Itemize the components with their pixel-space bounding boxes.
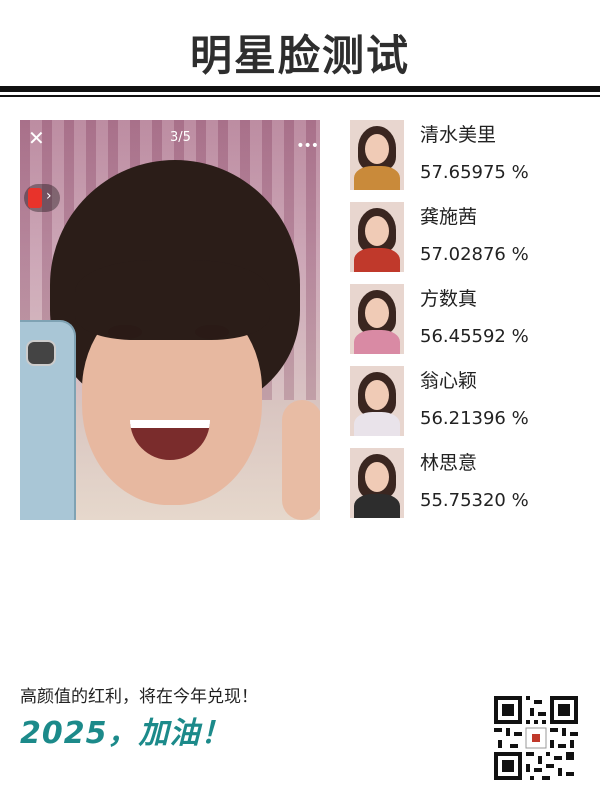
match-item: 林思意 55.75320 %	[350, 448, 590, 530]
match-avatar	[350, 284, 404, 354]
photo-pager: 3/5	[170, 130, 191, 145]
avatar-face	[365, 462, 389, 492]
more-icon[interactable]: •••	[296, 138, 319, 154]
avatar-face	[365, 298, 389, 328]
result-page: 明星脸测试 ✕ 3/5 ••• › 清水美里 57.65975 % 龚施茜 57…	[0, 0, 600, 800]
match-name: 翁心颖	[420, 370, 478, 392]
photo-hand	[282, 400, 320, 520]
match-score: 57.65975 %	[420, 162, 529, 183]
match-avatar	[350, 202, 404, 272]
user-photo: ✕ 3/5 ••• ›	[20, 120, 320, 520]
match-item: 龚施茜 57.02876 %	[350, 202, 590, 284]
match-avatar	[350, 366, 404, 436]
photo-eye-left	[108, 325, 142, 339]
match-name: 龚施茜	[420, 206, 478, 228]
match-item: 清水美里 57.65975 %	[350, 120, 590, 202]
match-name: 清水美里	[420, 124, 497, 146]
avatar-face	[365, 380, 389, 410]
match-results: 清水美里 57.65975 % 龚施茜 57.02876 % 方数真 56.45…	[350, 120, 590, 530]
red-packet-button[interactable]: ›	[24, 184, 60, 212]
phone-in-hand	[20, 320, 76, 520]
cheer-text: 2025，加油！	[20, 716, 232, 751]
avatar-body	[354, 412, 400, 436]
slogan-text: 高颜值的红利，将在今年兑现！	[20, 687, 258, 707]
match-name: 方数真	[420, 288, 478, 310]
avatar-body	[354, 494, 400, 518]
avatar-body	[354, 248, 400, 272]
red-packet-icon	[28, 188, 42, 208]
match-avatar	[350, 448, 404, 518]
avatar-body	[354, 166, 400, 190]
header-divider-thin	[0, 95, 600, 97]
page-title: 明星脸测试	[189, 31, 410, 80]
match-avatar	[350, 120, 404, 190]
phone-camera	[26, 340, 56, 366]
match-name: 林思意	[420, 452, 478, 474]
match-score: 56.21396 %	[420, 408, 529, 429]
match-score: 56.45592 %	[420, 326, 529, 347]
avatar-body	[354, 330, 400, 354]
photo-bangs	[75, 260, 270, 340]
qr-code-icon[interactable]	[494, 696, 578, 780]
header-divider-thick	[0, 86, 600, 92]
avatar-face	[365, 216, 389, 246]
avatar-face	[365, 134, 389, 164]
match-item: 方数真 56.45592 %	[350, 284, 590, 366]
chevron-right-icon: ›	[46, 188, 52, 204]
match-score: 57.02876 %	[420, 244, 529, 265]
photo-eye-right	[195, 325, 229, 339]
match-score: 55.75320 %	[420, 490, 529, 511]
close-icon[interactable]: ✕	[28, 126, 45, 150]
match-item: 翁心颖 56.21396 %	[350, 366, 590, 448]
